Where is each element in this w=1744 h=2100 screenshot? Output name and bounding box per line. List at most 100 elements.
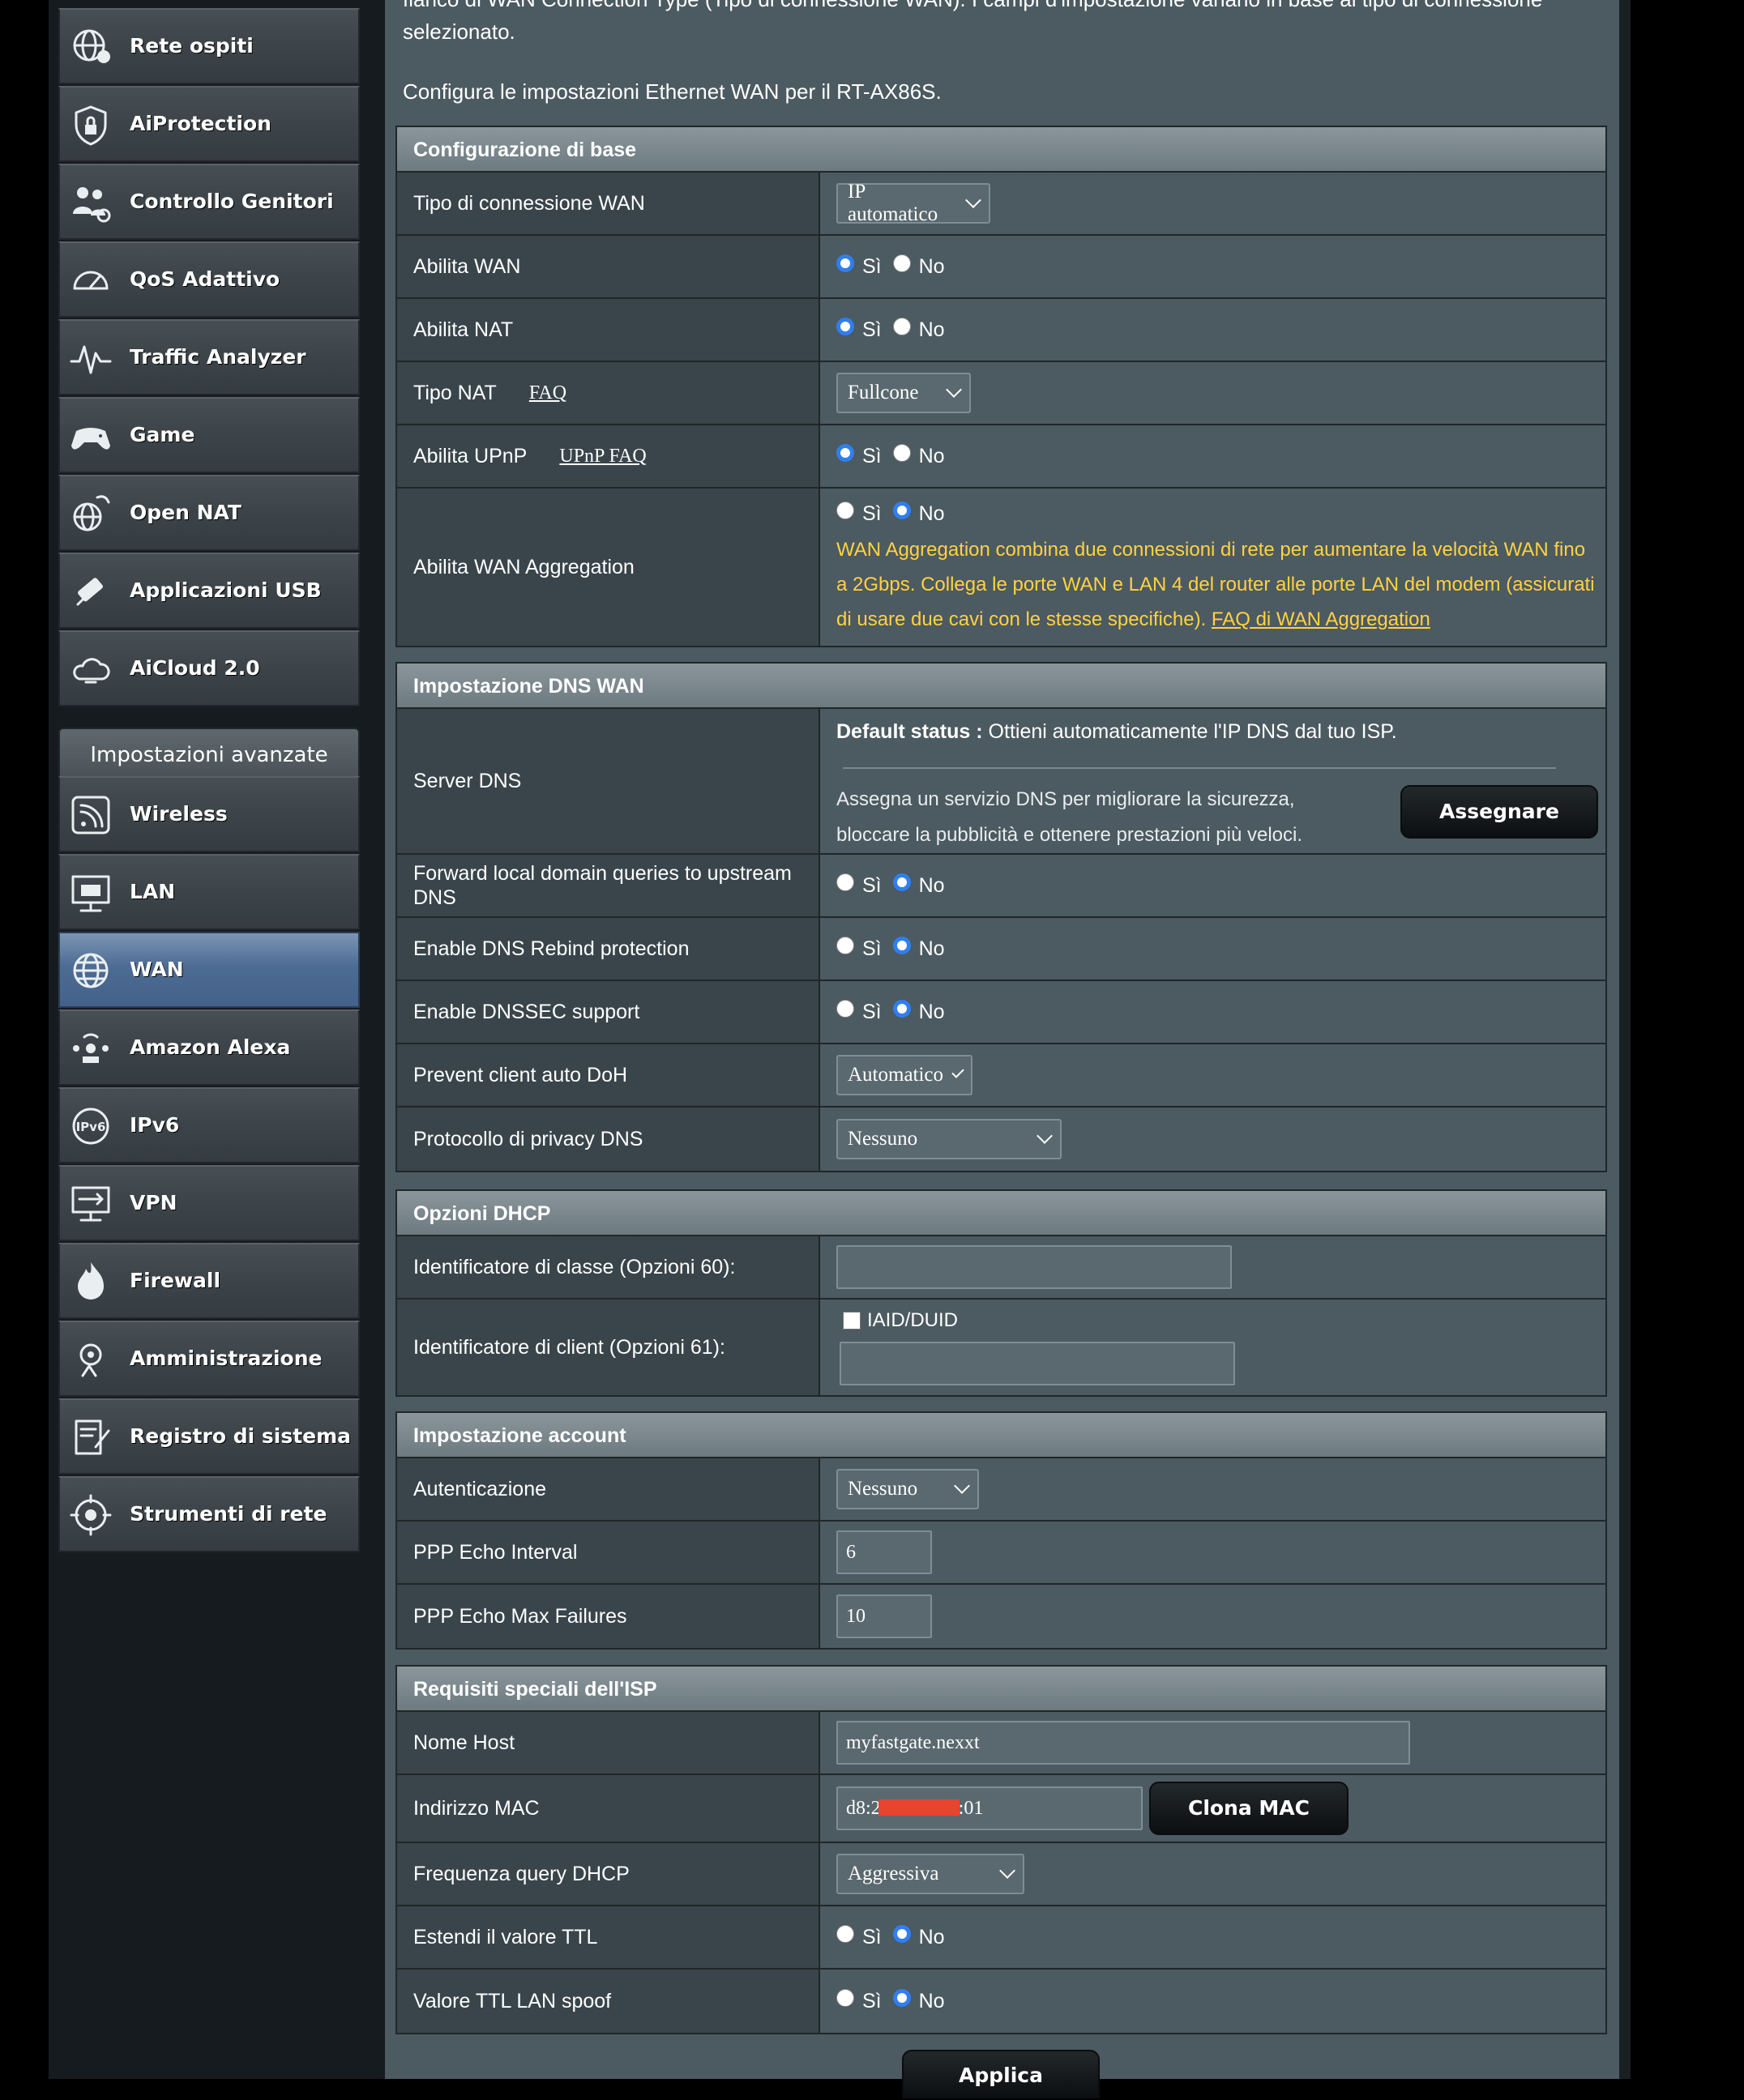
- radio-yes[interactable]: [836, 873, 854, 891]
- wan-aggregation-faq-link[interactable]: FAQ di WAN Aggregation: [1212, 608, 1430, 630]
- sidebar-item-label: AiProtection: [130, 112, 271, 135]
- alexa-icon: [73, 1033, 109, 1063]
- hostname-input[interactable]: myfastgate.nexxt: [836, 1721, 1410, 1765]
- echo-failures-row: PPP Echo Max Failures 10: [397, 1585, 1605, 1648]
- radio-no[interactable]: [892, 873, 911, 891]
- dhcp-frequency-row: Frequenza query DHCP Aggressiva: [397, 1843, 1605, 1906]
- radio-no[interactable]: [892, 1000, 911, 1018]
- sidebar-item-aiprotection[interactable]: AiProtection: [58, 86, 360, 162]
- dhcp-client-row: Identificatore di client (Opzioni 61): I…: [397, 1300, 1605, 1395]
- iaid-duid-label: IAID/DUID: [867, 1309, 959, 1331]
- radio-no[interactable]: [892, 937, 911, 954]
- isp-panel: Requisiti speciali dell'ISP Nome Host my…: [395, 1665, 1607, 2034]
- sidebar-item-registro-di-sistema[interactable]: Registro di sistema: [58, 1398, 360, 1475]
- radio-yes[interactable]: [836, 254, 854, 272]
- usb-icon: [76, 578, 103, 606]
- dns-server-row: Server DNS Default status : Ottieni auto…: [397, 709, 1605, 855]
- sidebar-item-qos-adattivo[interactable]: QoS Adattivo: [58, 241, 360, 318]
- radio-yes[interactable]: [836, 1000, 854, 1018]
- apply-button[interactable]: Applica: [902, 2050, 1100, 2098]
- nat-type-faq-link[interactable]: FAQ: [529, 382, 566, 404]
- doh-select[interactable]: Automatico: [836, 1055, 972, 1095]
- sidebar-item-label: QoS Adattivo: [130, 267, 280, 291]
- sidebar-item-lan[interactable]: LAN: [58, 854, 360, 930]
- doh-row: Prevent client auto DoH Automatico: [397, 1044, 1605, 1108]
- assign-dns-button[interactable]: Assegnare: [1400, 785, 1598, 839]
- radio-yes[interactable]: [836, 1989, 854, 2007]
- router-admin-page: Rete ospiti AiProtection Controllo Genitor…: [0, 0, 1744, 2098]
- iaid-duid-checkbox[interactable]: [843, 1312, 861, 1330]
- dns-privacy-select[interactable]: Nessuno: [836, 1119, 1062, 1159]
- radio-no-label: No: [918, 254, 945, 278]
- radio-no-label: No: [918, 1000, 945, 1023]
- sidebar-item-game[interactable]: Game: [58, 397, 360, 473]
- intro-text-line1: fianco di WAN Connection Type (Tipo di c…: [403, 0, 1542, 12]
- dhcp-class-row: Identificatore di classe (Opzioni 60):: [397, 1236, 1605, 1300]
- radio-yes-label: Sì: [862, 254, 882, 278]
- echo-failures-input[interactable]: 10: [836, 1594, 932, 1638]
- auth-select[interactable]: Nessuno: [836, 1469, 979, 1509]
- sidebar-item-controllo-genitori[interactable]: Controllo Genitori: [58, 164, 360, 240]
- enable-nat-label: Abilita NAT: [397, 299, 820, 361]
- ttl-spoof-label: Valore TTL LAN spoof: [397, 1970, 820, 2033]
- dhcp-class-input[interactable]: [836, 1245, 1232, 1289]
- account-panel: Impostazione account Autenticazione Ness…: [395, 1411, 1607, 1650]
- wireless-icon: [71, 796, 110, 834]
- radio-no[interactable]: [892, 254, 911, 272]
- intro-text-line3: Configura le impostazioni Ethernet WAN p…: [403, 79, 942, 104]
- gamepad-icon: [71, 428, 110, 450]
- sidebar-item-strumenti-di-rete[interactable]: Strumenti di rete: [58, 1476, 360, 1552]
- enable-nat-row: Abilita NAT Sì No: [397, 299, 1605, 362]
- chevron-down-icon: [1037, 1128, 1053, 1144]
- sidebar-item-firewall[interactable]: Firewall: [58, 1243, 360, 1319]
- ttl-row: Estendi il valore TTL Sì No: [397, 1906, 1605, 1970]
- dns-default-status: Default status : Ottieni automaticamente…: [836, 720, 1397, 743]
- dns-server-label: Server DNS: [397, 709, 820, 853]
- sidebar-item-label: Firewall: [130, 1269, 221, 1292]
- mac-input[interactable]: d8:2:01: [836, 1786, 1143, 1830]
- nat-type-select[interactable]: Fullcone: [836, 373, 971, 413]
- upnp-faq-link[interactable]: UPnP FAQ: [559, 446, 646, 467]
- radio-no[interactable]: [892, 1925, 911, 1943]
- dhcp-client-input[interactable]: [840, 1342, 1235, 1385]
- sidebar-item-amazon-alexa[interactable]: Amazon Alexa: [58, 1009, 360, 1086]
- sidebar-item-wireless[interactable]: Wireless: [58, 776, 360, 852]
- wan-type-select[interactable]: IP automatico: [836, 181, 990, 225]
- clone-mac-button[interactable]: Clona MAC: [1149, 1782, 1349, 1835]
- dns-rebind-radios: Sì No: [836, 937, 956, 961]
- sidebar-item-traffic-analyzer[interactable]: Traffic Analyzer: [58, 319, 360, 395]
- dns-privacy-label: Protocollo di privacy DNS: [397, 1108, 820, 1171]
- radio-no-label: No: [918, 937, 945, 960]
- radio-yes[interactable]: [836, 937, 854, 954]
- sidebar-item-label: VPN: [130, 1191, 177, 1214]
- chevron-down-icon: [951, 1065, 964, 1078]
- radio-yes[interactable]: [836, 1925, 854, 1943]
- radio-yes[interactable]: [836, 502, 854, 519]
- sidebar-item-applicazioni-usb[interactable]: Applicazioni USB: [58, 553, 360, 629]
- sidebar-item-vpn[interactable]: VPN: [58, 1165, 360, 1241]
- chevron-down-icon: [946, 382, 962, 398]
- radio-no[interactable]: [892, 318, 911, 335]
- dhcp-frequency-label: Frequenza query DHCP: [397, 1843, 820, 1905]
- sidebar-item-amministrazione[interactable]: Amministrazione: [58, 1321, 360, 1397]
- echo-interval-input[interactable]: 6: [836, 1530, 932, 1574]
- radio-no[interactable]: [892, 502, 911, 519]
- radio-no[interactable]: [892, 444, 911, 462]
- isp-title: Requisiti speciali dell'ISP: [397, 1667, 1605, 1712]
- chevron-down-icon: [954, 1478, 970, 1494]
- dhcp-frequency-select[interactable]: Aggressiva: [836, 1854, 1024, 1894]
- radio-no-label: No: [918, 1989, 945, 2012]
- intro-text-line2: selezionato.: [403, 19, 515, 44]
- sidebar-item-rete-ospiti[interactable]: Rete ospiti: [58, 8, 360, 84]
- sidebar-item-open-nat[interactable]: Open NAT: [58, 475, 360, 551]
- sidebar-item-ipv6[interactable]: IPv6 IPv6: [58, 1087, 360, 1163]
- sidebar-item-wan[interactable]: WAN: [58, 932, 360, 1008]
- dhcp-client-label: Identificatore di client (Opzioni 61):: [397, 1300, 820, 1395]
- wan-aggregation-note: WAN Aggregation combina due connessioni …: [836, 539, 1595, 630]
- radio-no[interactable]: [892, 1989, 911, 2007]
- sidebar-item-label: Rete ospiti: [130, 34, 254, 58]
- radio-yes[interactable]: [836, 318, 854, 335]
- radio-yes[interactable]: [836, 444, 854, 462]
- sidebar-item-aicloud-2-0[interactable]: AiCloud 2.0: [58, 630, 360, 706]
- sidebar-item-label: Strumenti di rete: [130, 1502, 327, 1526]
